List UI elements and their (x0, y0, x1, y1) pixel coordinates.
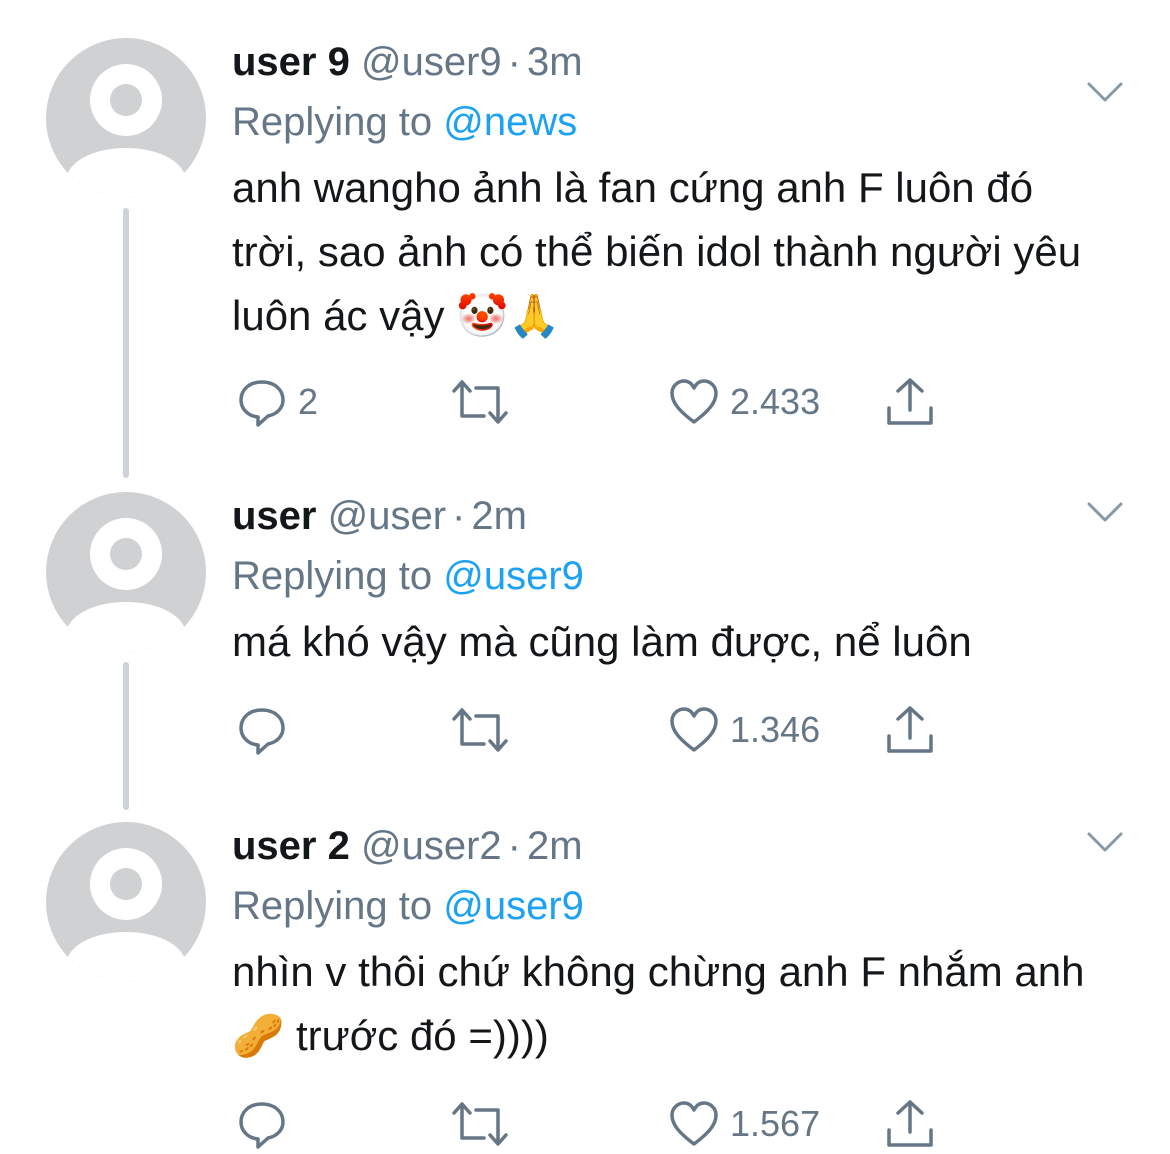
reply-button[interactable] (236, 700, 298, 760)
avatar[interactable] (46, 822, 206, 982)
reply-icon (239, 1102, 285, 1149)
like-count: 1.346 (730, 709, 821, 750)
user-handle[interactable]: @user9 (361, 40, 502, 84)
share-button[interactable] (884, 372, 936, 432)
timestamp[interactable]: 2m (527, 824, 583, 868)
tweet-content: user 2 @user2 · 2m Replying to @user9 nhìn… (232, 822, 1112, 1068)
share-icon (887, 1100, 933, 1147)
like-icon (670, 1101, 718, 1146)
like-icon (670, 379, 718, 424)
tweet-text: anh wangho ảnh là fan cứng anh F luôn đó… (232, 164, 1082, 339)
replying-to: Replying to @user9 (232, 552, 1112, 600)
like-count: 1.567 (730, 1103, 821, 1144)
like-button[interactable]: 2.433 (668, 372, 820, 432)
default-avatar-icon (66, 848, 186, 982)
separator-dot: · (452, 494, 466, 538)
display-name[interactable]: user 9 (232, 40, 350, 84)
tweet-actions: 2 2.433 (232, 372, 952, 432)
default-avatar-icon (66, 64, 186, 198)
timestamp[interactable]: 2m (471, 494, 527, 538)
reply-button[interactable] (236, 1094, 298, 1154)
retweet-icon (452, 380, 508, 424)
separator-dot: · (507, 824, 521, 868)
tweet-header: user 9 @user9 · 3m (232, 38, 1112, 86)
replying-to: Replying to @news (232, 98, 1112, 146)
chevron-down-icon[interactable] (1086, 500, 1124, 524)
retweet-button[interactable] (452, 700, 508, 760)
tweet-text: má khó vậy mà cũng làm được, nể luôn (232, 618, 972, 665)
timestamp[interactable]: 3m (527, 40, 583, 84)
share-icon (887, 706, 933, 753)
share-icon (887, 378, 933, 425)
tweet-header: user 2 @user2 · 2m (232, 822, 1112, 870)
avatar[interactable] (46, 38, 206, 198)
replying-to: Replying to @user9 (232, 882, 1112, 930)
tweet-content: user 9 @user9 · 3m Replying to @news anh w… (232, 38, 1112, 348)
user-handle[interactable]: @user2 (361, 824, 502, 868)
retweet-icon (452, 1102, 508, 1146)
mention-link[interactable]: @user9 (443, 554, 584, 598)
mention-link[interactable]: @user9 (443, 884, 584, 928)
like-button[interactable]: 1.567 (668, 1094, 820, 1154)
chevron-down-icon[interactable] (1086, 830, 1124, 854)
retweet-button[interactable] (452, 1094, 508, 1154)
replying-label: Replying to (232, 100, 444, 144)
display-name[interactable]: user (232, 494, 317, 538)
chevron-down-icon[interactable] (1086, 80, 1124, 104)
thread-line (123, 662, 129, 810)
display-name[interactable]: user 2 (232, 824, 350, 868)
replying-label: Replying to (232, 554, 444, 598)
tweet-text: nhìn v thôi chứ không chừng anh F nhắm a… (232, 948, 1085, 1059)
retweet-icon (452, 708, 508, 752)
thread-line (123, 208, 129, 478)
tweet-content: user @user · 2m Replying to @user9 má khó … (232, 492, 1112, 674)
share-button[interactable] (884, 700, 936, 760)
reply-icon (239, 708, 285, 755)
like-count: 2.433 (730, 381, 821, 422)
tweet-actions: 1.346 (232, 700, 952, 760)
retweet-button[interactable] (452, 372, 508, 432)
reply-count: 2 (298, 381, 319, 422)
tweet-actions: 1.567 (232, 1094, 952, 1154)
replying-label: Replying to (232, 884, 444, 928)
separator-dot: · (507, 40, 521, 84)
reply-button[interactable]: 2 (236, 372, 318, 432)
tweet-header: user @user · 2m (232, 492, 1112, 540)
avatar[interactable] (46, 492, 206, 652)
share-button[interactable] (884, 1094, 936, 1154)
mention-link[interactable]: @news (443, 100, 577, 144)
user-handle[interactable]: @user (328, 494, 446, 538)
like-icon (670, 707, 718, 752)
default-avatar-icon (66, 518, 186, 652)
reply-icon (239, 380, 285, 427)
like-button[interactable]: 1.346 (668, 700, 820, 760)
